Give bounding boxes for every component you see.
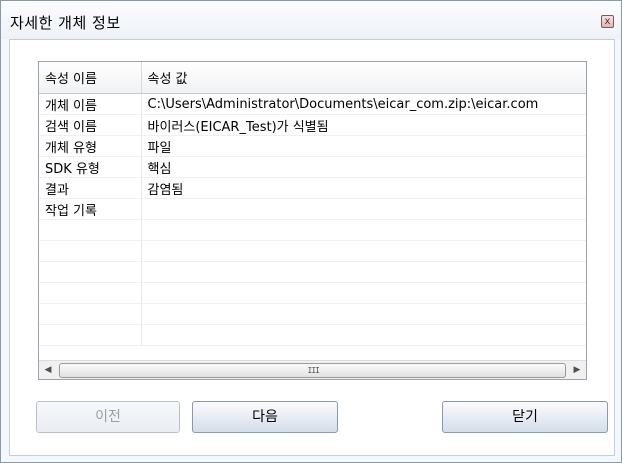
property-name-cell: 검색 이름 bbox=[39, 114, 142, 136]
property-value-cell: 감염됨 bbox=[141, 177, 586, 199]
property-name-cell bbox=[39, 261, 142, 283]
property-name-cell bbox=[39, 282, 142, 304]
property-name-cell: 결과 bbox=[39, 177, 142, 199]
next-button[interactable]: 다음 bbox=[192, 401, 338, 433]
property-value-cell: C:\Users\Administrator\Documents\eicar_c… bbox=[141, 93, 586, 115]
dialog-title: 자세한 개체 정보 bbox=[10, 14, 121, 32]
horizontal-scrollbar[interactable]: ◀ III ▶ bbox=[39, 360, 586, 379]
table-row[interactable] bbox=[39, 261, 586, 283]
table-row[interactable]: 작업 기록 bbox=[39, 198, 586, 220]
property-value-cell bbox=[141, 324, 586, 346]
property-name-cell bbox=[39, 240, 142, 262]
table-row[interactable] bbox=[39, 303, 586, 325]
table-row[interactable] bbox=[39, 219, 586, 241]
scroll-right-icon[interactable]: ▶ bbox=[568, 361, 586, 379]
properties-table: 속성 이름 속성 값 개체 이름 C:\Users\Administrator\D… bbox=[39, 62, 586, 346]
detail-dialog: 자세한 개체 정보 x 속성 이름 속성 값 개체 이름 C:\Users\Adm… bbox=[0, 0, 622, 463]
table-row[interactable]: 결과 감염됨 bbox=[39, 177, 586, 199]
prev-button[interactable]: 이전 bbox=[36, 401, 180, 433]
property-name-cell bbox=[39, 324, 142, 346]
scrollbar-thumb[interactable]: III bbox=[59, 363, 566, 378]
property-value-cell bbox=[141, 240, 586, 262]
scroll-left-icon[interactable]: ◀ bbox=[39, 361, 57, 379]
close-button[interactable]: 닫기 bbox=[442, 401, 608, 433]
property-name-cell: 개체 유형 bbox=[39, 135, 142, 157]
table-row[interactable]: 개체 유형 파일 bbox=[39, 135, 586, 157]
properties-grid: 속성 이름 속성 값 개체 이름 C:\Users\Administrator\D… bbox=[38, 61, 587, 380]
property-value-cell: 바이러스(EICAR_Test)가 식별됨 bbox=[141, 114, 586, 136]
property-value-cell: 파일 bbox=[141, 135, 586, 157]
column-header-property-name[interactable]: 속성 이름 bbox=[39, 62, 142, 94]
property-value-cell bbox=[141, 219, 586, 241]
property-value-cell bbox=[141, 198, 586, 220]
dialog-content: 속성 이름 속성 값 개체 이름 C:\Users\Administrator\D… bbox=[9, 39, 615, 456]
property-value-cell bbox=[141, 282, 586, 304]
property-value-cell bbox=[141, 261, 586, 283]
property-name-cell bbox=[39, 303, 142, 325]
table-row[interactable] bbox=[39, 240, 586, 262]
table-row[interactable] bbox=[39, 282, 586, 304]
table-row[interactable]: 개체 이름 C:\Users\Administrator\Documents\ei… bbox=[39, 93, 586, 115]
table-row[interactable]: SDK 유형 핵심 bbox=[39, 156, 586, 178]
property-name-cell bbox=[39, 219, 142, 241]
table-row[interactable] bbox=[39, 324, 586, 346]
property-value-cell bbox=[141, 303, 586, 325]
close-icon[interactable]: x bbox=[601, 15, 614, 28]
property-name-cell: 개체 이름 bbox=[39, 93, 142, 115]
header-row: 속성 이름 속성 값 bbox=[39, 62, 586, 94]
property-value-cell: 핵심 bbox=[141, 156, 586, 178]
property-name-cell: SDK 유형 bbox=[39, 156, 142, 178]
table-row[interactable]: 검색 이름 바이러스(EICAR_Test)가 식별됨 bbox=[39, 114, 586, 136]
scrollbar-grip-icon: III bbox=[307, 366, 320, 375]
property-name-cell: 작업 기록 bbox=[39, 198, 142, 220]
title-bar[interactable]: 자세한 개체 정보 x bbox=[1, 1, 621, 39]
column-header-property-value[interactable]: 속성 값 bbox=[141, 62, 586, 94]
